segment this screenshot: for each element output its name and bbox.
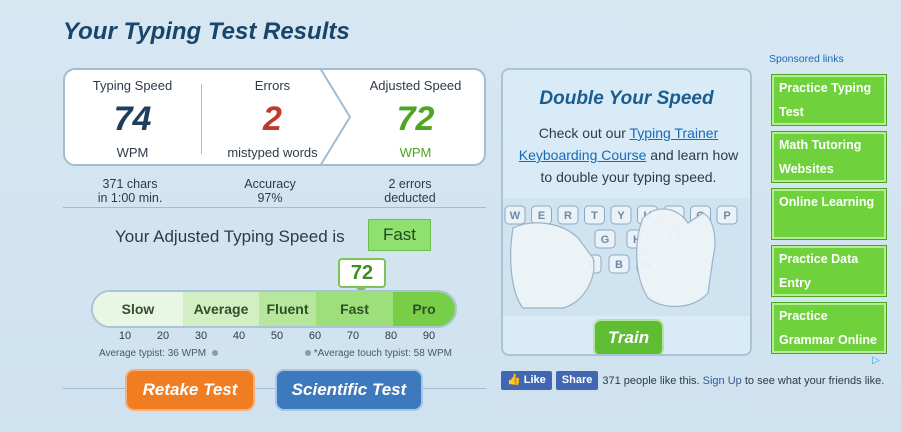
marker-dot-icon: [305, 350, 311, 357]
promo-text: Check out our Typing Trainer Keyboarding …: [513, 122, 744, 188]
keyboard-key-label: B: [615, 259, 623, 271]
scale-tick: 70: [346, 330, 360, 342]
chars-line1: 371 chars: [102, 177, 158, 191]
like-label: Like: [523, 374, 546, 386]
keyboard-key-label: W: [510, 210, 521, 222]
speed-rating-badge: Fast: [368, 219, 431, 251]
facebook-widget: 👍 Like Share 371 people like this. Sign …: [501, 371, 884, 390]
scale-tick: 90: [422, 330, 436, 342]
keyboard-key-label: P: [723, 210, 730, 222]
deducted-detail: 2 errors deducted: [360, 177, 460, 205]
speed-scale-bar: Slow Average Fluent Fast Pro: [91, 290, 457, 328]
accuracy-detail: Accuracy 97%: [220, 177, 320, 205]
deducted-line1: 2 errors: [388, 177, 432, 191]
stats-card: Typing Speed 74 WPM Errors 2 mistyped wo…: [63, 68, 486, 166]
adjusted-speed-label: Adjusted Speed: [369, 78, 462, 93]
typing-trainer-link[interactable]: Typing Trainer: [630, 125, 719, 141]
chars-detail: 371 chars in 1:00 min.: [80, 177, 180, 205]
keyboard-key-label: E: [538, 210, 545, 222]
facebook-signup-link[interactable]: Sign Up: [703, 375, 742, 387]
typing-speed-value: 74: [113, 100, 152, 138]
right-hand-icon: [636, 208, 716, 308]
keyboard-key-label: R: [564, 210, 572, 222]
accuracy-label: Accuracy: [244, 177, 296, 191]
facebook-like-button[interactable]: 👍 Like: [501, 371, 552, 390]
keyboard-key-label: T: [591, 210, 598, 222]
train-button[interactable]: Train: [593, 319, 664, 354]
ad-practice-data-entry[interactable]: Practice Data Entry: [771, 245, 887, 297]
accuracy-value: 97%: [257, 191, 283, 205]
facebook-share-button[interactable]: Share: [555, 371, 599, 390]
scale-tick: 30: [194, 330, 208, 342]
typing-speed-label: Typing Speed: [92, 78, 173, 93]
typing-speed-stat: Typing Speed 74 WPM: [65, 70, 200, 164]
typing-speed-unit: WPM: [116, 145, 149, 160]
keyboard-key-label: G: [601, 234, 610, 246]
facebook-signup-text: to see what your friends like.: [744, 374, 885, 387]
scale-segment-fast: Fast: [316, 292, 393, 326]
keyboarding-course-link[interactable]: Keyboarding Course: [519, 147, 647, 163]
marker-dot-icon: [211, 350, 218, 357]
scale-tick: 60: [308, 330, 322, 342]
scale-tick: 80: [384, 330, 398, 342]
promo-panel: Double Your Speed Check out our Typing T…: [501, 68, 752, 356]
scientific-test-button[interactable]: Scientific Test: [275, 369, 423, 411]
ad-practice-grammar[interactable]: Practice Grammar Online: [771, 302, 887, 354]
average-typist-note: Average typist: 36 WPM: [99, 348, 218, 359]
adjusted-speed-stat: Adjusted Speed 72 WPM: [345, 70, 484, 164]
section-divider: [63, 207, 486, 208]
touch-typist-note: *Average touch typist: 58 WPM: [305, 348, 452, 359]
adjusted-speed-unit: WPM: [399, 145, 432, 160]
ad-math-tutoring[interactable]: Math Tutoring Websites: [771, 131, 887, 183]
average-typist-text: Average typist: 36 WPM: [99, 348, 207, 359]
ad-practice-typing-test[interactable]: Practice Typing Test: [771, 74, 887, 126]
promo-title: Double Your Speed: [539, 88, 714, 109]
sponsored-links-label: Sponsored links: [769, 53, 844, 65]
promo-text-before: Check out our: [538, 125, 630, 141]
keyboard-key-label: Y: [617, 210, 625, 222]
ad-choices-icon[interactable]: ▷: [869, 354, 883, 368]
chars-line2: in 1:00 min.: [97, 191, 163, 205]
deducted-line2: deducted: [384, 191, 436, 205]
facebook-like-count: 371 people like this.: [602, 374, 700, 387]
adjusted-speed-value: 72: [396, 100, 435, 138]
scale-tick: 20: [156, 330, 170, 342]
adjusted-rating-text: Your Adjusted Typing Speed is: [115, 227, 345, 246]
scale-tick: 40: [232, 330, 246, 342]
scale-segment-average: Average: [183, 292, 259, 326]
scale-segment-fluent: Fluent: [259, 292, 316, 326]
page-title: Your Typing Test Results: [63, 18, 350, 45]
scale-tick: 10: [118, 330, 132, 342]
scale-segment-slow: Slow: [93, 292, 183, 326]
scale-segment-pro: Pro: [393, 292, 455, 326]
scale-tick: 50: [270, 330, 284, 342]
keyboard-hands-illustration: WERTYUIOP GHJ VBN: [503, 198, 750, 316]
retake-test-button[interactable]: Retake Test: [125, 369, 255, 411]
ad-online-learning[interactable]: Online Learning: [771, 188, 887, 240]
touch-typist-text: *Average touch typist: 58 WPM: [313, 348, 452, 359]
scale-pointer-value: 72: [338, 258, 386, 288]
